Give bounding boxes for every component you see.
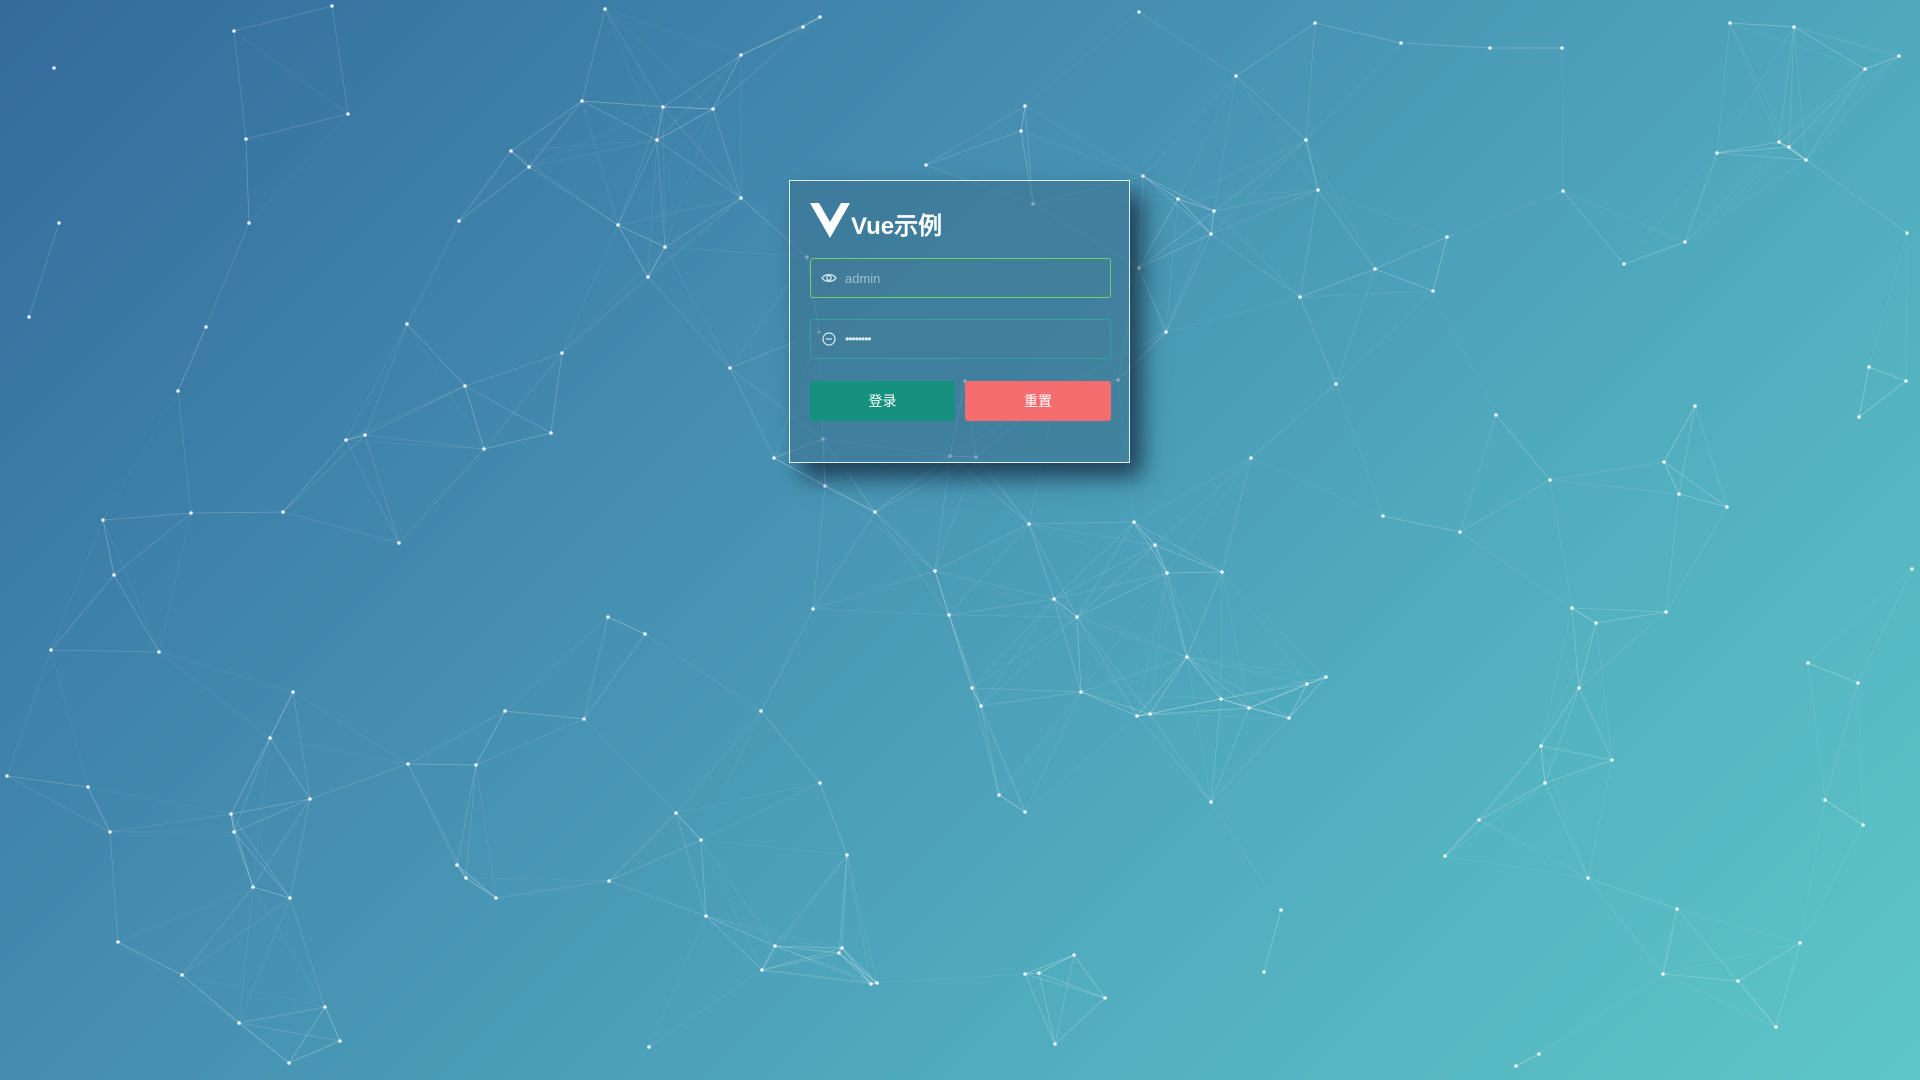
brand-header: Vue示例 [810, 203, 943, 240]
username-field[interactable] [810, 258, 1111, 298]
login-card: Vue示例 登录 重置 [789, 180, 1130, 463]
vue-v-logo-icon [810, 203, 850, 238]
reset-button[interactable]: 重置 [965, 381, 1111, 421]
network-nodes [5, 4, 1914, 1068]
password-field[interactable] [810, 319, 1111, 359]
particle-network-background [5, 4, 1914, 1068]
app-title: Vue示例 [851, 213, 943, 240]
password-input[interactable] [843, 323, 1097, 355]
eye-icon [821, 274, 837, 282]
network-lines [6, 5, 1913, 1067]
username-input[interactable] [843, 262, 1097, 294]
minus-circle-icon [822, 332, 836, 346]
login-button[interactable]: 登录 [810, 381, 955, 421]
